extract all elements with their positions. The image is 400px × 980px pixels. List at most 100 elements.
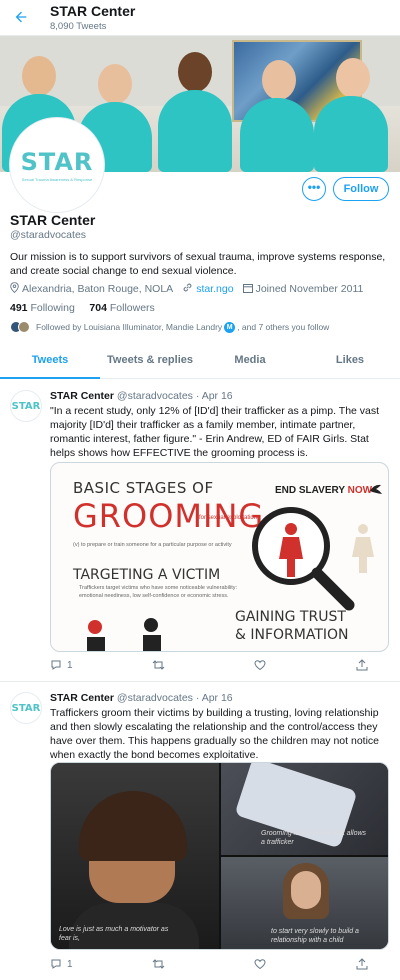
like-button[interactable]	[254, 659, 314, 671]
video-person	[291, 871, 321, 909]
video-caption-left: Love is just as much a motivator as fear…	[59, 926, 169, 942]
heart-icon	[254, 959, 266, 970]
video-left-panel[interactable]: Love is just as much a motivator as fear…	[51, 763, 219, 949]
grooming-heading-gaining-trust: GAINING TRUST	[235, 609, 346, 625]
tweet-image[interactable]: BASIC STAGES OF GROOMING for sexual expl…	[50, 462, 389, 652]
video-caption-bottom-right: to start very slowly to build a relation…	[271, 928, 359, 944]
tweet-author-handle[interactable]: @staradvocates	[117, 390, 193, 402]
link-item[interactable]: star.ngo	[182, 282, 234, 295]
location-item: Alexandria, Baton Rouge, NOLA	[10, 282, 173, 295]
header-tweet-count: 8,090 Tweets	[50, 21, 107, 32]
tweet-avatar[interactable]: STAR	[10, 692, 42, 724]
followers-label: Followers	[109, 302, 155, 314]
video-person-hair	[79, 791, 187, 861]
tab-tweets-replies[interactable]: Tweets & replies	[100, 343, 200, 378]
follow-button[interactable]: Follow	[333, 177, 389, 201]
tweet-video-grid[interactable]: Love is just as much a motivator as fear…	[50, 762, 389, 950]
back-arrow-icon[interactable]	[13, 9, 29, 25]
reply-button[interactable]: 1	[50, 958, 110, 970]
brand-main-text: END SLAVERY	[275, 485, 345, 496]
followers-link[interactable]: 704 Followers	[89, 302, 154, 314]
profile-joined: Joined November 2011	[255, 282, 364, 295]
tab-media[interactable]: Media	[200, 343, 300, 378]
retweet-button[interactable]	[152, 659, 212, 671]
following-count: 491	[10, 302, 28, 314]
tweet[interactable]: STAR STAR Center @staradvocates · Apr 16…	[0, 380, 400, 682]
grooming-targeting-desc: Traffickers target victims who have some…	[79, 585, 238, 599]
retweet-button[interactable]	[152, 958, 212, 970]
follow-counts: 491 Following 704 Followers	[10, 302, 155, 314]
tweet-text: "In a recent study, only 12% of [ID'd] t…	[50, 405, 380, 459]
profile-name: STAR Center	[10, 212, 96, 228]
verified-m-badge: M	[224, 321, 236, 333]
profile-meta: Alexandria, Baton Rouge, NOLA star.ngo J…	[10, 282, 363, 295]
tweet-actions: 1	[50, 659, 370, 671]
star-logo-text: STAR	[20, 148, 94, 176]
location-pin-icon	[10, 282, 19, 294]
joined-item: Joined November 2011	[242, 282, 364, 295]
banner-person-head	[22, 56, 56, 96]
reply-icon	[51, 959, 61, 969]
banner-person	[158, 90, 232, 172]
tweet-header: STAR Center @staradvocates · Apr 16	[50, 692, 233, 704]
banner-person-head	[336, 58, 370, 98]
tab-likes[interactable]: Likes	[300, 343, 400, 378]
end-slavery-now-logo: END SLAVERY NOW	[275, 485, 372, 496]
video-caption-top-right: Grooming is a process that allows a traf…	[261, 830, 367, 846]
tweet-author-handle[interactable]: @staradvocates	[117, 692, 193, 704]
link-icon	[183, 283, 192, 292]
tweet-author-name[interactable]: STAR Center	[50, 390, 114, 402]
followed-by-row[interactable]: Followed by Louisiana Illuminator, Mandi…	[10, 321, 329, 333]
magnifier-figure-icon	[252, 507, 374, 611]
tweet-header: STAR Center @staradvocates · Apr 16	[50, 390, 233, 402]
tweet-text: Traffickers groom their victims by build…	[50, 707, 379, 761]
following-label: Following	[30, 302, 75, 314]
profile-tabs: Tweets Tweets & replies Media Likes	[0, 343, 400, 379]
following-link[interactable]: 491 Following	[10, 302, 75, 314]
reply-count: 1	[67, 659, 73, 671]
more-options-button[interactable]: •••	[302, 177, 326, 201]
tweet-date[interactable]: · Apr 16	[196, 390, 233, 402]
banner-person-head	[98, 64, 132, 104]
share-button[interactable]	[356, 659, 370, 671]
followers-count: 704	[89, 302, 107, 314]
banner-person	[240, 98, 314, 172]
profile-handle: @staradvocates	[10, 229, 87, 241]
banner-person-head	[262, 60, 296, 100]
star-logo-subtext: Sexual Trauma Awareness & Response	[21, 177, 93, 182]
share-icon	[356, 659, 368, 671]
tweet-actions: 1	[50, 958, 370, 970]
followed-by-text: Followed by Louisiana Illuminator, Mandi…	[36, 322, 223, 332]
retweet-icon	[152, 959, 165, 969]
grooming-heading-information: & INFORMATION	[235, 627, 349, 643]
like-button[interactable]	[254, 958, 314, 970]
reply-count: 1	[67, 958, 73, 970]
stick-figures-icon	[87, 618, 161, 651]
tweet[interactable]: STAR STAR Center @staradvocates · Apr 16…	[0, 682, 400, 980]
reply-button[interactable]: 1	[50, 659, 110, 671]
banner-person	[314, 96, 388, 172]
video-top-right-panel[interactable]: Grooming is a process that allows a traf…	[221, 763, 388, 855]
banner-person-head	[178, 52, 212, 92]
retweet-icon	[152, 660, 165, 670]
tab-tweets[interactable]: Tweets	[0, 343, 100, 379]
tweet-author-name[interactable]: STAR Center	[50, 692, 114, 704]
video-bottom-right-panel[interactable]: to start very slowly to build a relation…	[221, 857, 388, 949]
header-title: STAR Center	[50, 3, 136, 19]
tweet-avatar[interactable]: STAR	[10, 390, 42, 422]
reply-icon	[51, 660, 61, 670]
grooming-definition: (v) to prepare or train someone for a pa…	[73, 542, 232, 548]
followed-by-suffix: , and 7 others you follow	[237, 322, 330, 332]
grooming-title-line1: BASIC STAGES OF	[73, 479, 214, 497]
share-icon	[356, 958, 368, 970]
share-button[interactable]	[356, 958, 370, 970]
profile-link[interactable]: star.ngo	[196, 283, 233, 295]
grooming-heading-targeting: TARGETING A VICTIM	[73, 567, 221, 583]
profile-avatar[interactable]: STAR Sexual Trauma Awareness & Response	[10, 118, 104, 212]
profile-location: Alexandria, Baton Rouge, NOLA	[22, 283, 174, 295]
calendar-icon	[242, 283, 253, 293]
tweet-date[interactable]: · Apr 16	[196, 692, 233, 704]
follower-avatar	[18, 321, 30, 333]
bird-icon	[370, 484, 382, 494]
heart-icon	[254, 660, 266, 671]
